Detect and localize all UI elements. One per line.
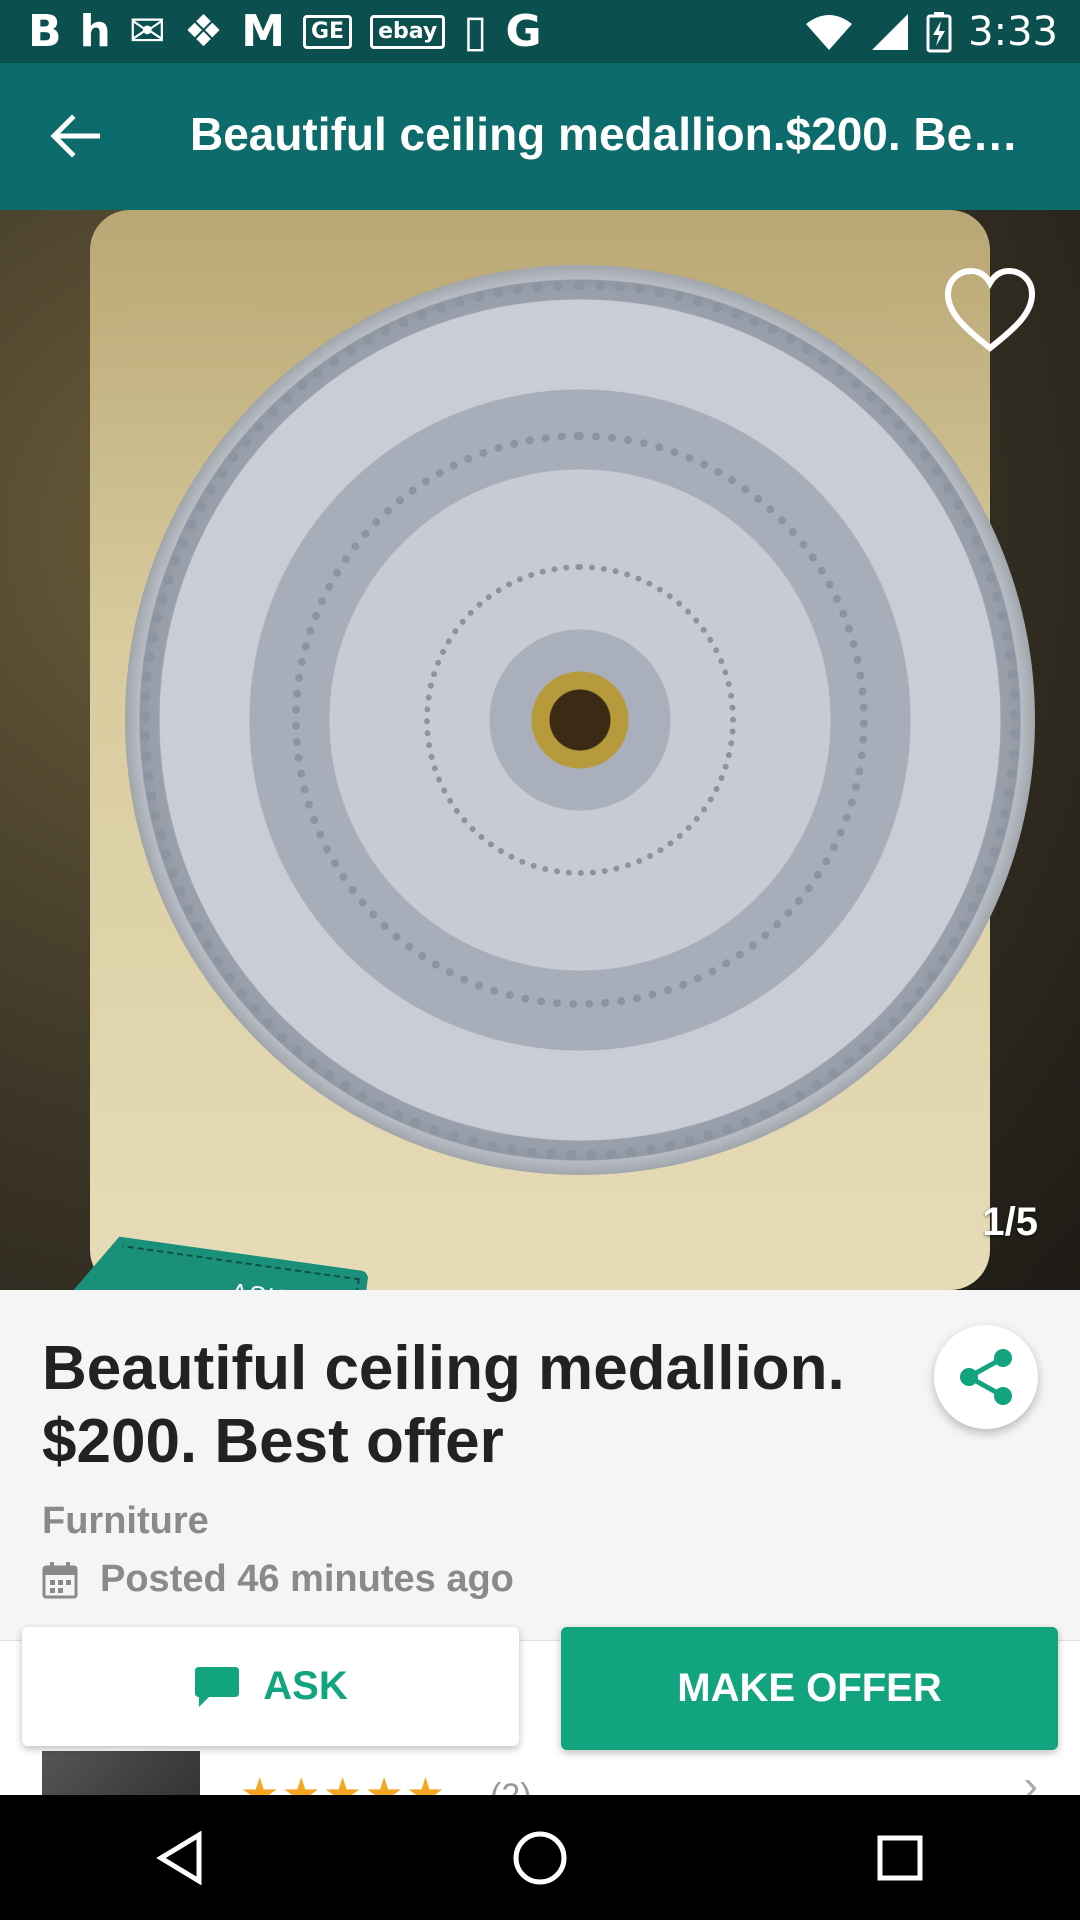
make-offer-button-label: MAKE OFFER — [677, 1666, 942, 1710]
arrow-left-icon — [50, 114, 100, 158]
share-icon — [960, 1349, 1012, 1405]
ge-icon: GE — [303, 14, 353, 49]
app-bar: Beautiful ceiling medallion.$200. Best o… — [0, 63, 1080, 210]
chat-bubble-icon — [195, 1666, 240, 1707]
nav-home-button[interactable] — [480, 1798, 600, 1918]
navigation-bar — [0, 1795, 1080, 1920]
google-icon: G — [505, 5, 542, 57]
nav-back-button[interactable] — [120, 1798, 240, 1918]
favorite-button[interactable] — [940, 260, 1040, 360]
square-recents-icon — [877, 1835, 923, 1880]
triangle-back-icon — [156, 1830, 202, 1885]
listing-title: Beautiful ceiling medallion. $200. Best … — [42, 1334, 845, 1477]
ask-button[interactable]: ASK — [22, 1627, 519, 1746]
m-icon: M — [241, 5, 285, 57]
signal-icon — [872, 13, 909, 50]
make-offer-button[interactable]: MAKE OFFER — [561, 1627, 1058, 1750]
posted-text: Posted 46 minutes ago — [100, 1558, 514, 1600]
nav-recents-button[interactable] — [840, 1798, 960, 1918]
dropbox-icon: ❖ — [183, 5, 224, 57]
houzz-icon: h — [79, 5, 111, 57]
calendar-icon — [42, 1561, 78, 1598]
posted-time: Posted 46 minutes ago — [42, 1558, 514, 1601]
ebay-icon: ebay — [370, 14, 446, 49]
listing-details: Beautiful ceiling medallion. $200. Best … — [0, 1290, 1080, 1640]
photo-counter: 1/5 — [982, 1200, 1038, 1244]
listing-category: Furniture — [42, 1500, 209, 1542]
wifi-icon — [806, 14, 853, 50]
back-button[interactable] — [40, 101, 110, 171]
heart-icon — [944, 267, 1036, 352]
b-icon: B — [28, 5, 62, 57]
circle-home-icon — [513, 1831, 567, 1884]
phone-icon: ▯ — [463, 5, 488, 57]
battery-icon — [926, 11, 952, 52]
gmail-icon: ✉ — [128, 5, 166, 57]
medallion-image — [125, 265, 1035, 1175]
clock: 3:33 — [968, 8, 1058, 55]
share-button[interactable] — [934, 1325, 1038, 1429]
page-title: Beautiful ceiling medallion.$200. Best o… — [190, 108, 1030, 160]
status-bar: B h ✉ ❖ M GE ebay ▯ G 3:33 — [0, 0, 1080, 63]
listing-photo[interactable]: ASKING $99 1/5 — [0, 210, 1080, 1290]
ask-button-label: ASK — [263, 1664, 348, 1708]
